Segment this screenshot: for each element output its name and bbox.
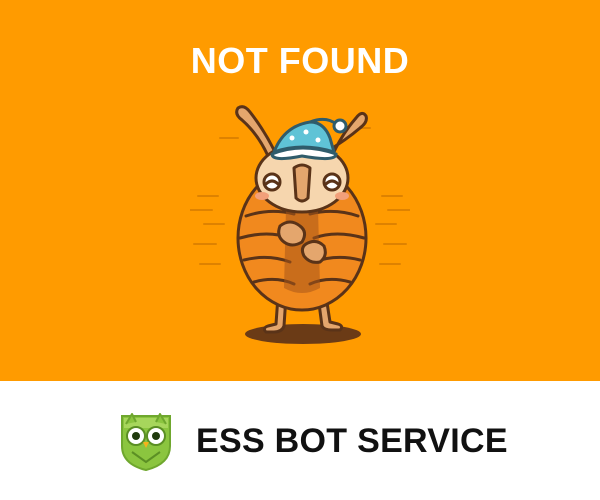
sleepy-bug-icon [190,105,410,344]
page-title: NOT FOUND [190,40,410,81]
error-hero: NOT FOUND [0,0,600,381]
owl-shield-icon [121,413,171,472]
brand-name: ESS BOT SERVICE [196,421,508,460]
brand: ESS BOT SERVICE [116,409,516,473]
